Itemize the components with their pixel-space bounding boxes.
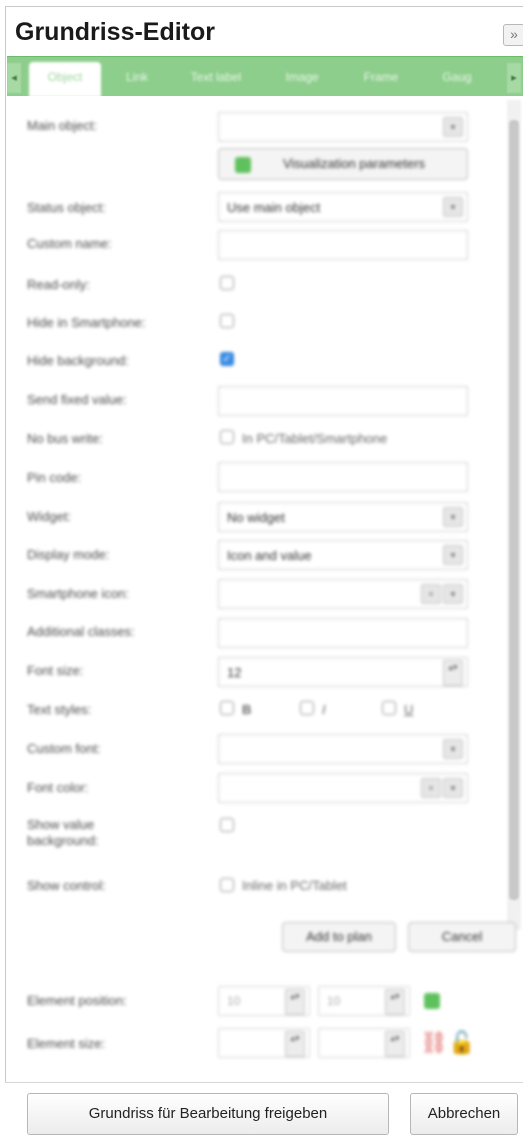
custom-name-input[interactable] [218,230,468,260]
chevron-down-icon[interactable]: ▾ [443,739,463,759]
dialog-footer: Grundriss für Bearbeitung freigeben Abbr… [5,1082,523,1148]
show-value-background-label: Show value background: [27,817,99,848]
font-size-stepper[interactable]: 12 ▴▾ [218,657,468,687]
object-form: Main object: ▾ Visualization parameters … [12,100,516,1058]
status-object-label: Status object: [27,200,106,215]
tab-gauge[interactable]: Gaug [425,62,489,96]
additional-classes-input[interactable] [218,618,468,648]
bold-label: B [242,702,252,717]
visualization-icon [235,157,251,173]
hide-in-smartphone-label: Hide in Smartphone: [27,315,146,330]
read-only-checkbox[interactable] [220,276,234,290]
unlink-icon[interactable]: ⛓ [420,1032,448,1054]
tab-next-icon[interactable]: ▸ [507,63,521,93]
tab-bar: ◂ Object Link Text label Image Frame Gau… [7,56,523,96]
no-bus-write-option: In PC/Tablet/Smartphone [242,431,388,446]
chevron-down-icon[interactable]: ▾ [443,545,463,565]
main-object-select[interactable]: ▾ [218,112,468,142]
visualization-parameters-button[interactable]: Visualization parameters [218,148,468,180]
custom-font-label: Custom font: [27,741,101,756]
font-color-select[interactable]: × ▾ [218,773,468,803]
tab-image[interactable]: Image [269,62,335,96]
hide-background-checkbox[interactable]: ✓ [220,352,234,366]
chevron-down-icon[interactable]: ▾ [443,584,463,604]
no-bus-write-label: No bus write: [27,431,103,446]
chevron-down-icon[interactable]: ▾ [443,117,463,137]
abort-button[interactable]: Abbrechen [410,1093,518,1135]
spinner-icon[interactable]: ▴▾ [285,1031,305,1057]
show-control-checkbox[interactable] [220,878,234,892]
additional-classes-label: Additional classes: [27,624,135,639]
custom-font-select[interactable]: ▾ [218,734,468,764]
smartphone-icon-label: Smartphone icon: [27,586,129,601]
add-to-plan-button[interactable]: Add to plan [282,922,396,952]
spinner-icon[interactable]: ▴▾ [443,660,463,686]
clear-icon[interactable]: × [421,584,441,604]
font-size-label: Font size: [27,663,84,678]
custom-name-label: Custom name: [27,236,112,251]
element-position-label: Element position: [27,993,127,1008]
clear-icon[interactable]: × [421,778,441,798]
read-only-label: Read-only: [27,277,90,292]
pin-code-input[interactable] [218,462,468,492]
element-position-x-input[interactable]: 10 ▴▾ [218,986,310,1016]
release-plan-button[interactable]: Grundriss für Bearbeitung freigeben [27,1093,389,1135]
tab-frame[interactable]: Frame [349,62,413,96]
tab-link[interactable]: Link [111,62,163,96]
underline-label: U [404,702,414,717]
status-object-select[interactable]: Use main object ▾ [218,192,468,222]
display-mode-label: Display mode: [27,547,110,562]
font-color-label: Font color: [27,780,89,795]
pin-code-label: Pin code: [27,470,82,485]
element-size-height-input[interactable]: ▴▾ [318,1028,410,1058]
underline-checkbox[interactable] [382,701,396,715]
chevron-down-icon[interactable]: ▾ [443,778,463,798]
chevron-down-icon[interactable]: ▾ [443,197,463,217]
spinner-icon[interactable]: ▴▾ [285,989,305,1015]
tab-prev-icon[interactable]: ◂ [7,63,21,93]
cancel-form-button[interactable]: Cancel [408,922,516,952]
text-styles-label: Text styles: [27,702,92,717]
snap-icon[interactable] [424,993,440,1009]
element-position-y-input[interactable]: 10 ▴▾ [318,986,410,1016]
element-size-width-input[interactable]: ▴▾ [218,1028,310,1058]
widget-label: Widget: [27,509,72,524]
hide-in-smartphone-checkbox[interactable] [220,314,234,328]
lock-icon[interactable]: 🔓 [448,1032,475,1054]
smartphone-icon-select[interactable]: × ▾ [218,579,468,609]
display-mode-select[interactable]: Icon and value ▾ [218,540,468,570]
send-fixed-value-input[interactable] [218,386,468,416]
main-object-label: Main object: [27,118,98,133]
spinner-icon[interactable]: ▴▾ [385,1031,405,1057]
tab-object[interactable]: Object [29,62,101,96]
chevron-down-icon[interactable]: ▾ [443,507,463,527]
tab-text-label[interactable]: Text label [175,62,257,96]
element-size-label: Element size: [27,1036,106,1051]
show-control-option: Inline in PC/Tablet [242,878,347,893]
send-fixed-value-label: Send fixed value: [27,392,127,407]
show-value-background-checkbox[interactable] [220,818,234,832]
dialog-title: Grundriss-Editor [15,18,216,46]
hide-background-label: Hide background: [27,353,129,368]
italic-checkbox[interactable] [300,701,314,715]
italic-label: I [322,702,326,717]
bold-checkbox[interactable] [220,701,234,715]
no-bus-write-checkbox[interactable] [220,430,234,444]
show-control-label: Show control: [27,878,106,893]
collapse-button[interactable]: » [503,24,523,46]
spinner-icon[interactable]: ▴▾ [385,989,405,1015]
widget-select[interactable]: No widget ▾ [218,502,468,532]
